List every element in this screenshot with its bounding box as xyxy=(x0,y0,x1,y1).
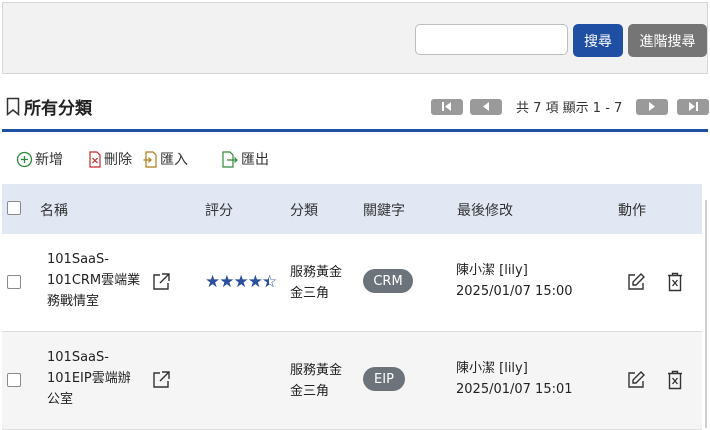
scrollbar[interactable] xyxy=(705,200,707,428)
header-category[interactable]: 分類 xyxy=(290,200,318,220)
item-name[interactable]: 101SaaS- 101CRM雲端業 務戰情室 xyxy=(47,249,151,312)
rating-stars: ★★★★★☆ xyxy=(205,272,277,292)
add-label: 新增 xyxy=(35,152,63,168)
delete-label: 刪除 xyxy=(104,152,132,168)
header-last-modified[interactable]: 最後修改 xyxy=(457,200,513,220)
page-title-text: 所有分類 xyxy=(24,99,92,119)
edit-icon[interactable] xyxy=(626,272,646,292)
row-checkbox[interactable] xyxy=(7,373,21,387)
next-page-button[interactable] xyxy=(636,98,669,115)
item-category: 服務黃金 金三角 xyxy=(290,363,343,399)
edit-icon[interactable] xyxy=(626,370,646,390)
header-name[interactable]: 名稱 xyxy=(40,200,68,220)
open-external-icon[interactable] xyxy=(151,272,171,292)
add-button[interactable]: 新增 xyxy=(16,149,63,169)
header-rating[interactable]: 評分 xyxy=(205,200,233,220)
import-label: 匯入 xyxy=(160,152,188,168)
item-name[interactable]: 101SaaS- 101EIP雲端辦 公室 xyxy=(47,347,151,410)
pagination-info: 共 7 項 顯示 1 - 7 xyxy=(516,101,623,116)
last-page-button[interactable] xyxy=(677,98,710,115)
pagination: 共 7 項 顯示 1 - 7 xyxy=(431,97,710,116)
star-icon: ★ xyxy=(219,272,234,292)
search-bar: 搜尋 進階搜尋 xyxy=(2,2,708,74)
star-icon: ★ xyxy=(233,272,249,292)
header-keyword[interactable]: 關鍵字 xyxy=(363,200,405,220)
toolbar: 新增 刪除 匯入 匯出 xyxy=(16,149,280,169)
trash-icon[interactable] xyxy=(667,272,683,292)
delete-file-icon xyxy=(89,150,101,168)
title-divider xyxy=(2,129,708,132)
row-checkbox[interactable] xyxy=(7,275,21,289)
page-title: 所有分類 xyxy=(6,94,92,119)
first-page-button[interactable] xyxy=(431,98,463,115)
export-button[interactable]: 匯出 xyxy=(221,149,269,169)
item-last-modified: 陳小潔 [lily] 2025/01/07 15:01 xyxy=(456,361,573,397)
keyword-tag[interactable]: CRM xyxy=(363,269,413,293)
header-action: 動作 xyxy=(618,203,646,219)
keyword-tag[interactable]: EIP xyxy=(363,367,405,391)
delete-button[interactable]: 刪除 xyxy=(88,149,132,169)
first-page-icon xyxy=(442,102,451,111)
export-label: 匯出 xyxy=(241,152,269,168)
search-button[interactable]: 搜尋 xyxy=(573,24,623,57)
table-row: 101SaaS- 101EIP雲端辦 公室 服務黃金 金三角 EIP 陳小潔 [… xyxy=(2,332,702,430)
plus-circle-icon xyxy=(16,151,33,167)
half-star-icon: ★☆ xyxy=(262,272,277,292)
select-all-checkbox[interactable] xyxy=(7,201,21,215)
export-file-icon xyxy=(222,150,238,168)
next-page-icon xyxy=(649,102,656,111)
bookmark-icon xyxy=(6,97,20,116)
import-file-icon xyxy=(143,150,157,168)
trash-icon[interactable] xyxy=(667,370,683,390)
last-page-icon xyxy=(689,102,699,111)
prev-page-icon xyxy=(483,102,489,111)
search-input[interactable] xyxy=(415,24,568,55)
table-row: 101SaaS- 101CRM雲端業 務戰情室 ★★★★★☆ 服務黃金 金三角 … xyxy=(2,234,702,332)
prev-page-button[interactable] xyxy=(470,98,502,115)
open-external-icon[interactable] xyxy=(151,370,171,390)
advanced-search-button[interactable]: 進階搜尋 xyxy=(628,24,707,57)
table-header: 名稱 評分 分類 關鍵字 最後修改 動作 xyxy=(2,184,702,234)
star-icon: ★ xyxy=(247,272,263,292)
star-icon: ★ xyxy=(205,272,220,292)
item-category: 服務黃金 金三角 xyxy=(290,265,343,301)
item-last-modified: 陳小潔 [lily] 2025/01/07 15:00 xyxy=(456,263,573,299)
import-button[interactable]: 匯入 xyxy=(143,149,188,169)
